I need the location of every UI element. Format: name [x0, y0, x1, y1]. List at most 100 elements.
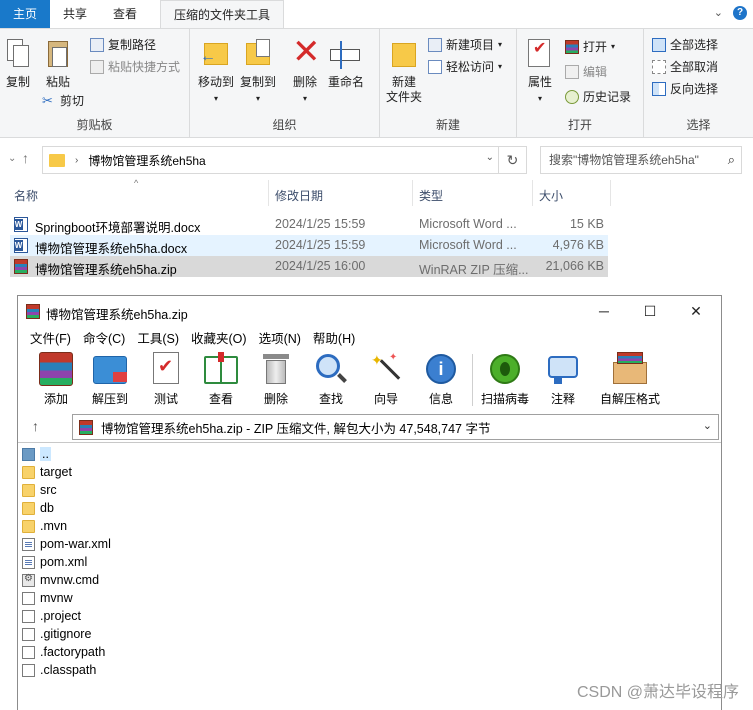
list-item[interactable]: ..	[22, 445, 51, 463]
file-row[interactable]: 博物馆管理系统eh5ha.docx 2024/1/25 15:59 Micros…	[10, 235, 608, 256]
edit-button[interactable]: 编辑	[565, 62, 607, 82]
path-dropdown-icon[interactable]: ⌄	[703, 419, 712, 432]
list-item[interactable]: .mvn	[22, 517, 67, 535]
extract-to-button[interactable]: 解压到	[82, 350, 138, 407]
paste-label: 粘贴	[45, 75, 70, 89]
file-size: 21,066 KB	[545, 259, 604, 273]
breadcrumb-current[interactable]: 博物馆管理系统eh5ha	[88, 152, 205, 169]
refresh-icon[interactable]: ↻	[498, 147, 526, 173]
tab-share[interactable]: 共享	[50, 0, 100, 28]
address-bar[interactable]: › 博物馆管理系统eh5ha ⌄ ↻	[42, 146, 527, 174]
search-input[interactable]: 搜索"博物馆管理系统eh5ha" ⌕	[540, 146, 742, 174]
group-organize: ← 移动到 ▾ 复制到 ▾ ✕ 删除 ▾ 重命名 组织	[190, 29, 380, 137]
column-size[interactable]: 大小	[539, 187, 563, 204]
copy-to-button[interactable]: 复制到 ▾	[238, 37, 278, 106]
group-label-open: 打开	[567, 118, 592, 132]
test-icon: ✔	[149, 352, 183, 386]
list-item[interactable]: pom.xml	[22, 553, 87, 571]
group-open: ✔ 属性 ▾ 打开 ▾ 编辑 历史记录 打开	[517, 29, 644, 137]
copy-path-button[interactable]: 复制路径	[90, 35, 156, 55]
list-item[interactable]: .gitignore	[22, 625, 91, 643]
test-button[interactable]: ✔ 测试	[138, 350, 194, 407]
column-date[interactable]: 修改日期	[275, 187, 323, 204]
add-button[interactable]: 添加	[28, 350, 84, 407]
item-name: mvnw	[40, 591, 73, 605]
virus-scan-button[interactable]: 扫描病毒	[478, 350, 532, 407]
delete-button[interactable]: ✕ 删除 ▾	[290, 33, 321, 106]
list-item[interactable]: src	[22, 481, 57, 499]
ribbon-collapse-icon[interactable]: ⌄	[714, 6, 723, 20]
sfx-label: 自解压格式	[599, 392, 660, 406]
winrar-title-bar[interactable]: 博物馆管理系统eh5ha.zip ─ ☐ ✕	[18, 296, 721, 326]
tab-view[interactable]: 查看	[100, 0, 150, 28]
sfx-button[interactable]: 自解压格式	[594, 350, 666, 407]
comment-button[interactable]: 注释	[535, 350, 591, 407]
tab-compressed-folder-tools[interactable]: 压缩的文件夹工具	[160, 0, 285, 28]
column-name[interactable]: 名称	[14, 187, 38, 204]
group-label-clipboard: 剪贴板	[76, 118, 113, 132]
list-item[interactable]: mvnw	[22, 589, 73, 607]
word-document-icon	[14, 217, 28, 232]
menu-tools[interactable]: 工具(S)	[131, 326, 185, 346]
breadcrumb-chevron-icon: ›	[75, 154, 79, 166]
move-to-button[interactable]: ← 移动到 ▾	[196, 37, 236, 106]
find-label: 查找	[318, 392, 343, 406]
list-item[interactable]: .factorypath	[22, 643, 105, 661]
view-label: 查看	[208, 392, 233, 406]
file-row[interactable]: Springboot环境部署说明.docx 2024/1/25 15:59 Mi…	[10, 214, 608, 235]
paste-button[interactable]: 粘贴	[44, 37, 72, 90]
select-all-button[interactable]: 全部选择	[652, 35, 718, 55]
winrar-path-box[interactable]: 博物馆管理系统eh5ha.zip - ZIP 压缩文件, 解包大小为 47,54…	[72, 414, 719, 440]
rename-button[interactable]: 重命名	[326, 37, 366, 90]
select-none-button[interactable]: 全部取消	[652, 57, 718, 77]
easy-access-button[interactable]: 轻松访问 ▾	[428, 57, 502, 77]
address-dropdown-icon[interactable]: ⌄	[486, 152, 494, 163]
new-item-button[interactable]: 新建项目 ▾	[428, 35, 502, 55]
recent-locations-icon[interactable]: ⌄	[8, 153, 16, 164]
properties-icon: ✔	[524, 37, 556, 71]
menu-options[interactable]: 选项(N)	[253, 326, 307, 346]
item-name: .factorypath	[40, 645, 106, 659]
cut-button[interactable]: ✂ 剪切	[42, 91, 84, 111]
new-item-icon	[428, 38, 442, 52]
menu-file[interactable]: 文件(F)	[24, 326, 77, 346]
list-item[interactable]: db	[22, 499, 54, 517]
find-button[interactable]: 查找	[303, 350, 359, 407]
properties-button[interactable]: ✔ 属性 ▾	[523, 37, 557, 106]
column-type[interactable]: 类型	[419, 187, 443, 204]
tab-home[interactable]: 主页	[0, 0, 51, 28]
help-icon[interactable]: ?	[733, 6, 747, 20]
menu-favorites[interactable]: 收藏夹(O)	[185, 326, 253, 346]
file-name: 博物馆管理系统eh5ha.docx	[35, 242, 188, 256]
list-item[interactable]: .classpath	[22, 661, 96, 679]
group-label-new: 新建	[435, 118, 460, 132]
invert-selection-button[interactable]: 反向选择	[652, 79, 718, 99]
copy-button[interactable]: 复制	[6, 37, 30, 90]
menu-help[interactable]: 帮助(H)	[307, 326, 361, 346]
select-all-icon	[652, 38, 666, 52]
open-button[interactable]: 打开 ▾	[565, 37, 615, 57]
file-type: WinRAR ZIP 压缩...	[419, 263, 529, 277]
rename-label: 重命名	[327, 75, 364, 89]
list-item[interactable]: target	[22, 463, 72, 481]
list-item[interactable]: mvnw.cmd	[22, 571, 99, 589]
delete-archive-button[interactable]: 删除	[248, 350, 304, 407]
minimize-icon[interactable]: ─	[581, 300, 627, 322]
file-row[interactable]: 博物馆管理系统eh5ha.zip 2024/1/25 16:00 WinRAR …	[10, 256, 608, 277]
up-arrow-icon[interactable]: ↑	[22, 150, 29, 166]
wizard-button[interactable]: ✦ ✦ 向导	[358, 350, 414, 407]
magnifier-icon	[314, 352, 348, 386]
info-button[interactable]: i 信息	[413, 350, 469, 407]
up-folder-icon[interactable]: ↑	[32, 418, 39, 434]
close-icon[interactable]: ✕	[673, 300, 719, 322]
info-icon: i	[424, 352, 458, 386]
copy-path-icon	[90, 38, 104, 52]
menu-commands[interactable]: 命令(C)	[77, 326, 131, 346]
maximize-icon[interactable]: ☐	[627, 300, 673, 322]
new-folder-button[interactable]: 新建 文件夹	[384, 37, 424, 105]
view-button[interactable]: 查看	[193, 350, 249, 407]
list-item[interactable]: .project	[22, 607, 81, 625]
list-item[interactable]: pom-war.xml	[22, 535, 111, 553]
history-button[interactable]: 历史记录	[565, 87, 631, 107]
paste-shortcut-button[interactable]: 粘贴快捷方式	[90, 57, 180, 77]
